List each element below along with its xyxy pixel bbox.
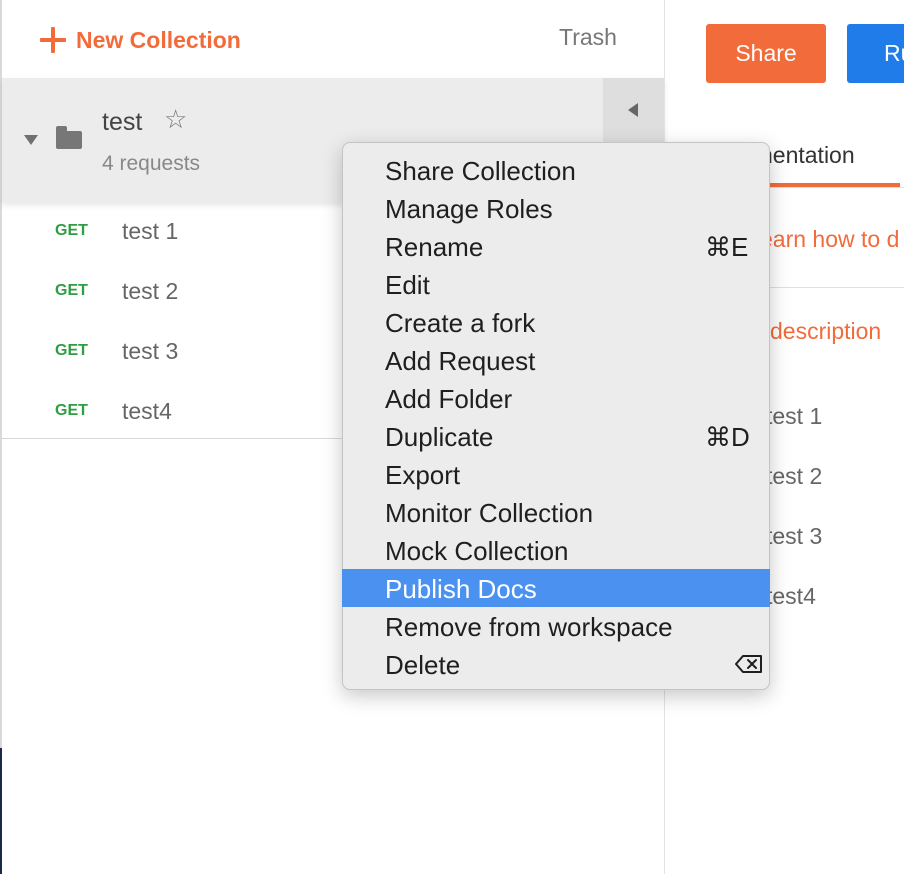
menu-item-duplicate[interactable]: Duplicate ⌘D [343, 417, 769, 455]
method-badge: GET [55, 222, 88, 239]
run-button-label: Ru [884, 40, 904, 66]
menu-item-add-request[interactable]: Add Request [343, 341, 769, 379]
collection-name: test [102, 108, 143, 136]
menu-item-label: Export [385, 460, 461, 490]
menu-item-mock-collection[interactable]: Mock Collection [343, 531, 769, 569]
collection-request-count: 4 requests [102, 152, 201, 175]
menu-item-shortcut: ⌘E [705, 232, 749, 262]
learn-more-link[interactable]: earn how to d [760, 226, 899, 253]
request-name: test 2 [122, 278, 179, 304]
doc-request-item[interactable]: test 3 [766, 523, 822, 550]
collapse-panel-button[interactable] [603, 78, 664, 142]
menu-item-delete[interactable]: Delete [343, 645, 769, 683]
menu-item-label: Add Folder [385, 384, 513, 414]
menu-item-label: Delete [385, 650, 461, 680]
method-badge: GET [55, 402, 88, 419]
doc-request-item[interactable]: test 2 [766, 463, 822, 490]
request-name: test4 [122, 398, 172, 424]
share-button[interactable]: Share [706, 24, 826, 83]
request-name: test 3 [122, 338, 179, 364]
menu-item-create-fork[interactable]: Create a fork [343, 303, 769, 341]
menu-item-label: Remove from workspace [385, 612, 673, 642]
new-collection-label: New Collection [76, 26, 241, 53]
method-badge: GET [55, 282, 88, 299]
menu-item-rename[interactable]: Rename ⌘E [343, 227, 769, 265]
menu-item-label: Mock Collection [385, 536, 569, 566]
menu-item-publish-docs[interactable]: Publish Docs [342, 569, 770, 607]
request-name: test 1 [122, 218, 179, 244]
menu-item-label: Share Collection [385, 156, 576, 186]
folder-icon [56, 126, 82, 149]
caret-down-icon[interactable] [24, 135, 38, 145]
doc-request-item[interactable]: test4 [766, 583, 816, 610]
menu-item-export[interactable]: Export [343, 455, 769, 493]
menu-item-shortcut: ⌘D [705, 422, 750, 452]
doc-request-item[interactable]: test 1 [766, 403, 822, 430]
menu-item-label: Rename [385, 232, 484, 262]
menu-item-label: Add Request [385, 346, 536, 376]
menu-item-label: Publish Docs [385, 574, 537, 604]
plus-icon [40, 27, 66, 53]
context-menu: Share Collection Manage Roles Rename ⌘E … [342, 142, 770, 690]
menu-item-monitor-collection[interactable]: Monitor Collection [343, 493, 769, 531]
menu-item-remove-from-workspace[interactable]: Remove from workspace [343, 607, 769, 645]
add-description-link[interactable]: description [770, 318, 881, 345]
method-badge: GET [55, 342, 88, 359]
menu-item-label: Monitor Collection [385, 498, 594, 528]
menu-item-share-collection[interactable]: Share Collection [343, 151, 769, 189]
menu-item-edit[interactable]: Edit [343, 265, 769, 303]
menu-item-label: Edit [385, 270, 430, 300]
menu-item-manage-roles[interactable]: Manage Roles [343, 189, 769, 227]
menu-item-label: Manage Roles [385, 194, 553, 224]
tab-documentation[interactable]: nentation [760, 142, 855, 169]
menu-item-label: Duplicate [385, 422, 494, 452]
trash-link[interactable]: Trash [559, 24, 617, 51]
delete-key-icon [735, 655, 762, 673]
star-icon[interactable]: ☆ [164, 106, 187, 132]
run-button[interactable]: Ru [847, 24, 904, 83]
chevron-left-icon [628, 103, 638, 117]
menu-item-add-folder[interactable]: Add Folder [343, 379, 769, 417]
new-collection-button[interactable]: New Collection [40, 22, 241, 58]
menu-item-label: Create a fork [385, 308, 536, 338]
